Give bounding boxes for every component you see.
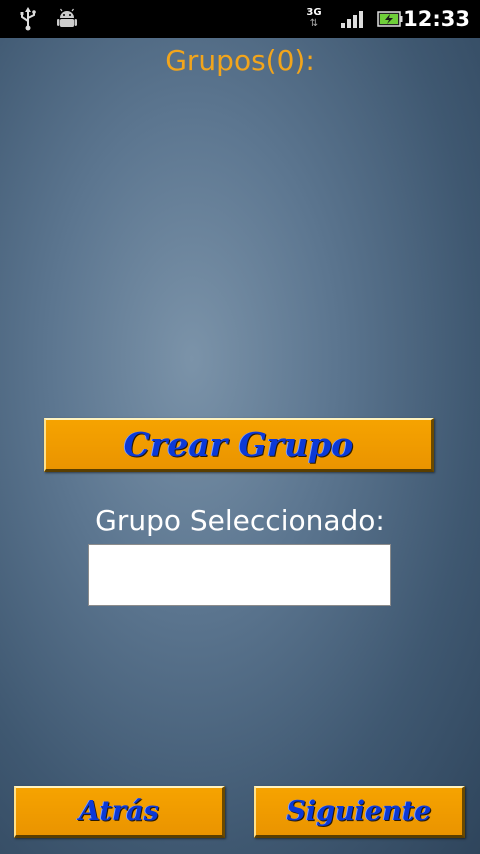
network-3g-icon: 3G ⇅ — [300, 0, 328, 38]
groups-count-title: Grupos(0): — [165, 44, 315, 77]
selected-group-label: Grupo Seleccionado: — [95, 504, 385, 537]
network-type-label: 3G — [306, 7, 322, 18]
status-bar: 3G ⇅ 12:33 — [0, 0, 480, 38]
create-group-button-label: Crear Grupo — [123, 425, 354, 464]
create-group-button[interactable]: Crear Grupo — [44, 418, 434, 472]
battery-charging-icon — [376, 0, 404, 38]
back-button-label: Atrás — [79, 796, 159, 827]
back-button[interactable]: Atrás — [14, 786, 225, 838]
network-activity-arrows: ⇅ — [309, 18, 319, 29]
signal-bars-icon — [338, 0, 366, 38]
next-button[interactable]: Siguiente — [254, 786, 465, 838]
selected-group-field[interactable] — [88, 544, 391, 606]
usb-icon — [16, 0, 40, 38]
next-button-label: Siguiente — [286, 796, 432, 827]
android-debug-icon — [54, 0, 80, 38]
clock: 12:33 — [403, 7, 470, 31]
